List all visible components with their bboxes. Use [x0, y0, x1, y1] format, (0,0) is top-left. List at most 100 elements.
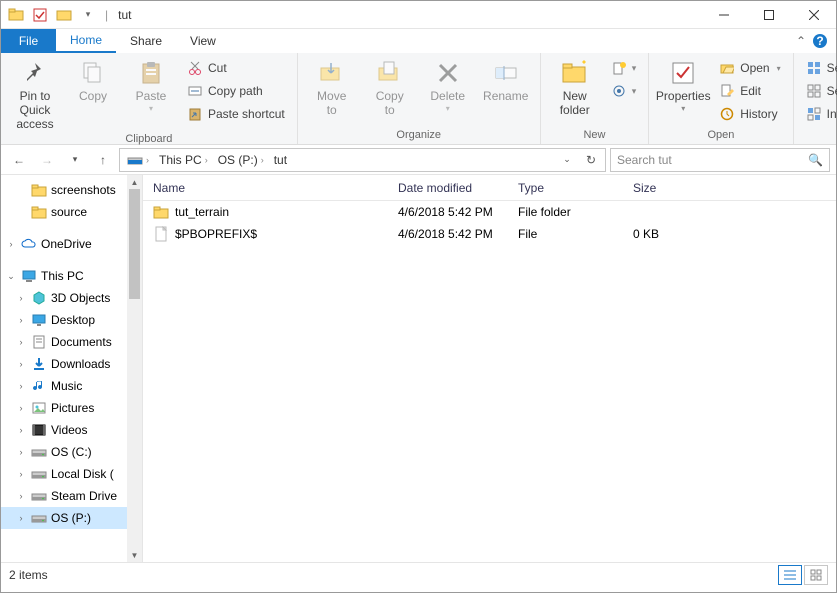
tree-node[interactable]: source: [1, 201, 142, 223]
tree-twisty-icon[interactable]: ›: [15, 469, 27, 479]
maximize-button[interactable]: [746, 1, 791, 29]
tree-twisty-icon[interactable]: ›: [15, 403, 27, 413]
tree-node[interactable]: ›OS (C:): [1, 441, 142, 463]
tree-label: Documents: [51, 335, 112, 349]
drive-icon: [31, 488, 47, 504]
copy-path-button[interactable]: Copy path: [181, 80, 291, 102]
group-open-label: Open: [655, 127, 786, 144]
qat-dropdown-icon[interactable]: ▾: [77, 4, 99, 26]
view-large-button[interactable]: [804, 565, 828, 585]
tree-twisty-icon[interactable]: ›: [15, 337, 27, 347]
tab-file[interactable]: File: [1, 29, 56, 53]
select-all-button[interactable]: Select all: [800, 57, 837, 79]
group-select-label: Select: [800, 127, 837, 144]
file-date: 4/6/2018 5:42 PM: [388, 227, 508, 241]
column-header-size[interactable]: Size: [623, 181, 703, 195]
new-item-button[interactable]: ▾: [605, 57, 643, 79]
breadcrumb[interactable]: OS (P:)›: [213, 149, 269, 171]
paste-button[interactable]: Paste▾: [123, 55, 179, 113]
invert-selection-button[interactable]: Invert selection: [800, 103, 837, 125]
tree-node[interactable]: › Documents: [1, 331, 142, 353]
nav-up-button[interactable]: ↑: [91, 148, 115, 172]
breadcrumb[interactable]: This PC›: [154, 149, 213, 171]
edit-button[interactable]: Edit: [713, 80, 786, 102]
tree-twisty-icon[interactable]: ›: [15, 513, 27, 523]
tree-node[interactable]: ›Downloads: [1, 353, 142, 375]
tree-node[interactable]: ›Steam Drive: [1, 485, 142, 507]
pics-icon: [31, 400, 47, 416]
open-icon: [719, 60, 735, 76]
file-row[interactable]: $PBOPREFIX$4/6/2018 5:42 PMFile0 KB: [143, 223, 836, 245]
select-none-button[interactable]: Select none: [800, 80, 837, 102]
tree-node[interactable]: ›Desktop: [1, 309, 142, 331]
selectnone-icon: [806, 83, 822, 99]
tree-twisty-icon[interactable]: ›: [15, 447, 27, 457]
nav-recent-button[interactable]: ▾: [63, 148, 87, 172]
nav-forward-button[interactable]: →: [35, 148, 59, 172]
move-to-button[interactable]: Move to: [304, 55, 360, 118]
tree-twisty-icon[interactable]: ›: [15, 315, 27, 325]
tree-node[interactable]: ›Music: [1, 375, 142, 397]
minimize-button[interactable]: [701, 1, 746, 29]
file-type: File: [508, 227, 623, 241]
group-clipboard-label: Clipboard: [7, 131, 291, 148]
new-folder-button[interactable]: New folder: [547, 55, 603, 118]
nav-back-button[interactable]: ←: [7, 148, 31, 172]
tree-node[interactable]: ›Videos: [1, 419, 142, 441]
rename-button[interactable]: Rename: [478, 55, 534, 104]
tree-twisty-icon[interactable]: ›: [15, 293, 27, 303]
easy-access-button[interactable]: ▾: [605, 80, 643, 102]
tree-node[interactable]: ⌄This PC: [1, 265, 142, 287]
view-details-button[interactable]: [778, 565, 802, 585]
folder-icon: [31, 204, 47, 220]
tree-twisty-icon[interactable]: ›: [15, 359, 27, 369]
tab-home[interactable]: Home: [56, 29, 116, 53]
column-header-date[interactable]: Date modified: [388, 181, 508, 195]
drive-icon: [31, 444, 47, 460]
addr-dropdown-icon[interactable]: ⌄: [555, 149, 579, 171]
tree-node[interactable]: screenshots: [1, 179, 142, 201]
open-button[interactable]: Open▾: [713, 57, 786, 79]
navigation-tree[interactable]: screenshotssource ›OneDrive ⌄This PC › 3D Ob…: [1, 175, 143, 562]
tree-twisty-icon[interactable]: ⌄: [5, 271, 17, 282]
tab-share[interactable]: Share: [116, 29, 176, 53]
tree-node[interactable]: › 3D Objects: [1, 287, 142, 309]
copy-button[interactable]: Copy: [65, 55, 121, 104]
drive-icon: [31, 510, 47, 526]
drive-icon: [31, 466, 47, 482]
tree-node[interactable]: ›OneDrive: [1, 233, 142, 255]
refresh-button[interactable]: ↻: [579, 149, 603, 171]
column-header-type[interactable]: Type: [508, 181, 623, 195]
address-bar[interactable]: › This PC› OS (P:)› tut ⌄ ↻: [119, 148, 606, 172]
file-row[interactable]: tut_terrain4/6/2018 5:42 PMFile folder: [143, 201, 836, 223]
paste-shortcut-button[interactable]: Paste shortcut: [181, 103, 291, 125]
tree-node[interactable]: ›Pictures: [1, 397, 142, 419]
qat-properties-icon[interactable]: [29, 4, 51, 26]
qat-folder2-icon[interactable]: [53, 4, 75, 26]
desktop-icon: [31, 312, 47, 328]
tree-twisty-icon[interactable]: ›: [5, 239, 17, 249]
pin-quick-access-button[interactable]: Pin to Quick access: [7, 55, 63, 131]
tree-twisty-icon[interactable]: ›: [15, 381, 27, 391]
help-icon[interactable]: ?: [812, 33, 828, 49]
search-input[interactable]: Search tut 🔍: [610, 148, 830, 172]
qat-folder-icon: [5, 4, 27, 26]
tab-view[interactable]: View: [176, 29, 230, 53]
close-button[interactable]: [791, 1, 836, 29]
history-button[interactable]: History: [713, 103, 786, 125]
copy-to-button[interactable]: Copy to: [362, 55, 418, 118]
sidebar-scrollbar[interactable]: ▲▼: [127, 175, 142, 562]
tree-label: Local Disk (: [51, 467, 114, 481]
cut-button[interactable]: Cut: [181, 57, 291, 79]
file-date: 4/6/2018 5:42 PM: [388, 205, 508, 219]
breadcrumb[interactable]: tut: [269, 149, 292, 171]
collapse-ribbon-icon[interactable]: ⌃: [796, 34, 806, 48]
tree-node[interactable]: ›OS (P:): [1, 507, 142, 529]
tree-node[interactable]: › Local Disk (: [1, 463, 142, 485]
tree-twisty-icon[interactable]: ›: [15, 425, 27, 435]
column-header-name[interactable]: Name: [143, 181, 388, 195]
tree-label: 3D Objects: [51, 291, 110, 305]
tree-twisty-icon[interactable]: ›: [15, 491, 27, 501]
properties-button[interactable]: Properties▾: [655, 55, 711, 113]
delete-button[interactable]: Delete▾: [420, 55, 476, 113]
